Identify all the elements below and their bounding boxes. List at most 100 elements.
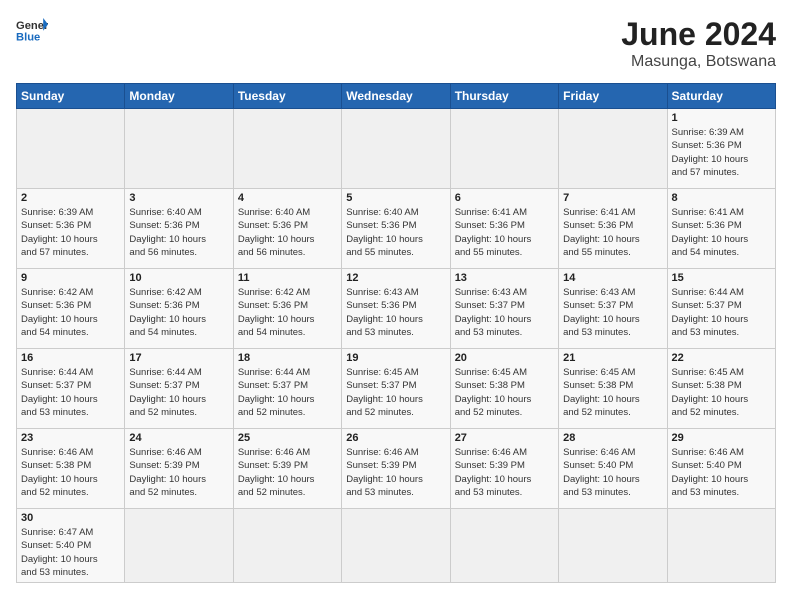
day-info: Sunrise: 6:46 AMSunset: 5:40 PMDaylight:… bbox=[563, 446, 662, 499]
calendar-cell: 2Sunrise: 6:39 AMSunset: 5:36 PMDaylight… bbox=[17, 189, 125, 269]
weekday-header-cell: Thursday bbox=[450, 84, 558, 109]
day-info: Sunrise: 6:44 AMSunset: 5:37 PMDaylight:… bbox=[672, 286, 771, 339]
day-number: 27 bbox=[455, 432, 554, 444]
day-number: 5 bbox=[346, 192, 445, 204]
day-number: 21 bbox=[563, 352, 662, 364]
day-info: Sunrise: 6:41 AMSunset: 5:36 PMDaylight:… bbox=[672, 206, 771, 259]
weekday-header-cell: Monday bbox=[125, 84, 233, 109]
day-number: 25 bbox=[238, 432, 337, 444]
calendar-cell bbox=[233, 509, 341, 583]
day-number: 30 bbox=[21, 512, 120, 524]
day-info: Sunrise: 6:45 AMSunset: 5:38 PMDaylight:… bbox=[455, 366, 554, 419]
calendar-cell: 20 Sunrise: 6:45 AMSunset: 5:38 PMDayligh… bbox=[450, 349, 558, 429]
day-number: 28 bbox=[563, 432, 662, 444]
calendar-cell: 14 Sunrise: 6:43 AMSunset: 5:37 PMDayligh… bbox=[559, 269, 667, 349]
calendar-cell bbox=[450, 109, 558, 189]
day-info: Sunrise: 6:46 AMSunset: 5:38 PMDaylight:… bbox=[21, 446, 120, 499]
calendar-cell bbox=[559, 109, 667, 189]
logo-icon: General Blue bbox=[16, 16, 48, 44]
calendar-cell: 4 Sunrise: 6:40 AMSunset: 5:36 PMDaylight… bbox=[233, 189, 341, 269]
day-number: 6 bbox=[455, 192, 554, 204]
day-number: 1 bbox=[672, 112, 771, 124]
weekday-header-cell: Wednesday bbox=[342, 84, 450, 109]
calendar-week-row: 9 Sunrise: 6:42 AMSunset: 5:36 PMDaylight… bbox=[17, 269, 776, 349]
calendar-week-row: 1 Sunrise: 6:39 AMSunset: 5:36 PMDaylight… bbox=[17, 109, 776, 189]
calendar-cell bbox=[125, 109, 233, 189]
calendar-cell bbox=[450, 509, 558, 583]
day-number: 26 bbox=[346, 432, 445, 444]
header: General Blue June 2024 Masunga, Botswana bbox=[16, 16, 776, 71]
title-block: June 2024 Masunga, Botswana bbox=[621, 16, 776, 71]
weekday-header-cell: Saturday bbox=[667, 84, 775, 109]
day-number: 24 bbox=[129, 432, 228, 444]
calendar-cell: 16 Sunrise: 6:44 AMSunset: 5:37 PMDayligh… bbox=[17, 349, 125, 429]
calendar-cell bbox=[17, 109, 125, 189]
day-info: Sunrise: 6:40 AMSunset: 5:36 PMDaylight:… bbox=[238, 206, 337, 259]
calendar-cell: 22Sunrise: 6:45 AMSunset: 5:38 PMDayligh… bbox=[667, 349, 775, 429]
calendar-cell: 11 Sunrise: 6:42 AMSunset: 5:36 PMDayligh… bbox=[233, 269, 341, 349]
day-number: 11 bbox=[238, 272, 337, 284]
calendar-table: SundayMondayTuesdayWednesdayThursdayFrid… bbox=[16, 83, 776, 583]
day-info: Sunrise: 6:47 AMSunset: 5:40 PMDaylight:… bbox=[21, 526, 120, 579]
day-info: Sunrise: 6:40 AMSunset: 5:36 PMDaylight:… bbox=[129, 206, 228, 259]
day-info: Sunrise: 6:44 AMSunset: 5:37 PMDaylight:… bbox=[21, 366, 120, 419]
calendar-cell: 8Sunrise: 6:41 AMSunset: 5:36 PMDaylight… bbox=[667, 189, 775, 269]
svg-text:Blue: Blue bbox=[16, 31, 40, 43]
day-info: Sunrise: 6:43 AMSunset: 5:37 PMDaylight:… bbox=[455, 286, 554, 339]
day-number: 9 bbox=[21, 272, 120, 284]
calendar-cell: 1 Sunrise: 6:39 AMSunset: 5:36 PMDaylight… bbox=[667, 109, 775, 189]
calendar-cell: 13 Sunrise: 6:43 AMSunset: 5:37 PMDayligh… bbox=[450, 269, 558, 349]
weekday-header-row: SundayMondayTuesdayWednesdayThursdayFrid… bbox=[17, 84, 776, 109]
location-subtitle: Masunga, Botswana bbox=[621, 53, 776, 71]
day-number: 16 bbox=[21, 352, 120, 364]
day-number: 4 bbox=[238, 192, 337, 204]
day-info: Sunrise: 6:40 AMSunset: 5:36 PMDaylight:… bbox=[346, 206, 445, 259]
day-number: 19 bbox=[346, 352, 445, 364]
calendar-cell: 26 Sunrise: 6:46 AMSunset: 5:39 PMDayligh… bbox=[342, 429, 450, 509]
calendar-cell: 28 Sunrise: 6:46 AMSunset: 5:40 PMDayligh… bbox=[559, 429, 667, 509]
calendar-cell: 6Sunrise: 6:41 AMSunset: 5:36 PMDaylight… bbox=[450, 189, 558, 269]
calendar-cell: 21Sunrise: 6:45 AMSunset: 5:38 PMDayligh… bbox=[559, 349, 667, 429]
calendar-cell: 17Sunrise: 6:44 AMSunset: 5:37 PMDayligh… bbox=[125, 349, 233, 429]
calendar-cell: 25 Sunrise: 6:46 AMSunset: 5:39 PMDayligh… bbox=[233, 429, 341, 509]
calendar-cell bbox=[125, 509, 233, 583]
calendar-cell: 9Sunrise: 6:42 AMSunset: 5:36 PMDaylight… bbox=[17, 269, 125, 349]
day-number: 10 bbox=[129, 272, 228, 284]
day-info: Sunrise: 6:42 AMSunset: 5:36 PMDaylight:… bbox=[238, 286, 337, 339]
day-number: 23 bbox=[21, 432, 120, 444]
calendar-week-row: 2Sunrise: 6:39 AMSunset: 5:36 PMDaylight… bbox=[17, 189, 776, 269]
calendar-cell bbox=[667, 509, 775, 583]
day-number: 12 bbox=[346, 272, 445, 284]
day-info: Sunrise: 6:46 AMSunset: 5:39 PMDaylight:… bbox=[129, 446, 228, 499]
day-info: Sunrise: 6:46 AMSunset: 5:39 PMDaylight:… bbox=[455, 446, 554, 499]
day-number: 14 bbox=[563, 272, 662, 284]
calendar-cell: 30 Sunrise: 6:47 AMSunset: 5:40 PMDayligh… bbox=[17, 509, 125, 583]
day-number: 20 bbox=[455, 352, 554, 364]
calendar-cell bbox=[233, 109, 341, 189]
day-info: Sunrise: 6:45 AMSunset: 5:37 PMDaylight:… bbox=[346, 366, 445, 419]
calendar-cell: 23 Sunrise: 6:46 AMSunset: 5:38 PMDayligh… bbox=[17, 429, 125, 509]
day-number: 13 bbox=[455, 272, 554, 284]
month-year-title: June 2024 bbox=[621, 16, 776, 53]
calendar-cell: 24 Sunrise: 6:46 AMSunset: 5:39 PMDayligh… bbox=[125, 429, 233, 509]
day-info: Sunrise: 6:39 AMSunset: 5:36 PMDaylight:… bbox=[672, 126, 771, 179]
calendar-cell: 27 Sunrise: 6:46 AMSunset: 5:39 PMDayligh… bbox=[450, 429, 558, 509]
day-info: Sunrise: 6:43 AMSunset: 5:37 PMDaylight:… bbox=[563, 286, 662, 339]
day-info: Sunrise: 6:46 AMSunset: 5:39 PMDaylight:… bbox=[238, 446, 337, 499]
logo: General Blue bbox=[16, 16, 48, 44]
calendar-cell bbox=[559, 509, 667, 583]
day-number: 18 bbox=[238, 352, 337, 364]
day-number: 7 bbox=[563, 192, 662, 204]
day-number: 3 bbox=[129, 192, 228, 204]
calendar-cell: 7Sunrise: 6:41 AMSunset: 5:36 PMDaylight… bbox=[559, 189, 667, 269]
calendar-cell bbox=[342, 109, 450, 189]
calendar-body: 1 Sunrise: 6:39 AMSunset: 5:36 PMDaylight… bbox=[17, 109, 776, 583]
day-info: Sunrise: 6:46 AMSunset: 5:39 PMDaylight:… bbox=[346, 446, 445, 499]
calendar-week-row: 23 Sunrise: 6:46 AMSunset: 5:38 PMDayligh… bbox=[17, 429, 776, 509]
calendar-week-row: 16 Sunrise: 6:44 AMSunset: 5:37 PMDayligh… bbox=[17, 349, 776, 429]
day-info: Sunrise: 6:42 AMSunset: 5:36 PMDaylight:… bbox=[129, 286, 228, 339]
calendar-cell: 29Sunrise: 6:46 AMSunset: 5:40 PMDayligh… bbox=[667, 429, 775, 509]
calendar-cell: 15Sunrise: 6:44 AMSunset: 5:37 PMDayligh… bbox=[667, 269, 775, 349]
day-number: 22 bbox=[672, 352, 771, 364]
weekday-header-cell: Tuesday bbox=[233, 84, 341, 109]
